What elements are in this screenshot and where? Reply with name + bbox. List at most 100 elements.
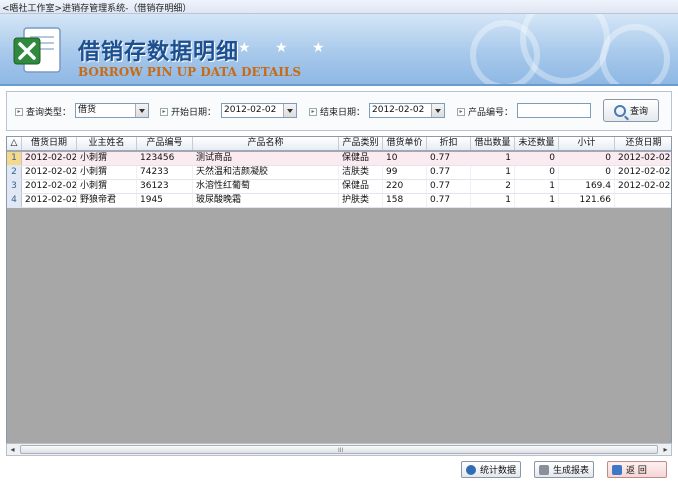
cell-subtotal[interactable]: 121.66 [559, 194, 615, 207]
start-date-picker[interactable]: 2012-02-02 [221, 103, 297, 118]
end-date-picker[interactable]: 2012-02-02 [369, 103, 445, 118]
search-button[interactable]: 查询 [603, 99, 659, 122]
product-code-input[interactable] [517, 103, 591, 118]
cell-return-date[interactable]: 2012-02-02 [615, 152, 671, 165]
cell-lent-qty[interactable]: 2 [471, 180, 515, 193]
cell-lent-qty[interactable]: 1 [471, 166, 515, 179]
header-banner: 借销存数据明细 ★ ★ ★ BORROW PIN UP DATA DETAILS [0, 14, 678, 86]
cell-product-code[interactable]: 74233 [137, 166, 193, 179]
row-number[interactable]: 3 [7, 180, 22, 193]
cell-category[interactable]: 保健品 [339, 180, 383, 193]
product-code-label-text: 产品编号： [468, 108, 514, 118]
cell-subtotal[interactable]: 0 [559, 152, 615, 165]
banner-swirl-decoration [600, 24, 670, 84]
cell-product-code[interactable]: 123456 [137, 152, 193, 165]
query-type-value: 借货 [78, 105, 97, 115]
statistics-button[interactable]: 统计数据 [461, 461, 521, 478]
cell-product-name[interactable]: 水溶性红葡萄 [193, 180, 339, 193]
column-header[interactable]: 借货单价 [383, 137, 427, 150]
cell-lent-qty[interactable]: 1 [471, 152, 515, 165]
row-number[interactable]: 1 [7, 152, 22, 165]
generate-report-button[interactable]: 生成报表 [534, 461, 594, 478]
bullet-icon: ▸ [457, 107, 465, 116]
column-header[interactable]: 业主姓名 [77, 137, 137, 150]
cell-owner[interactable]: 小刺猬 [77, 166, 137, 179]
table-row[interactable]: 1 2012-02-02 小刺猬 123456 测试商品 保健品 10 0.77… [7, 152, 671, 166]
cell-product-code[interactable]: 1945 [137, 194, 193, 207]
column-header[interactable]: 折扣 [427, 137, 471, 150]
dropdown-arrow-icon[interactable] [431, 104, 444, 117]
scrollbar-thumb[interactable]: III [20, 445, 658, 454]
grid-corner-cell[interactable]: △ [7, 137, 22, 150]
column-header[interactable]: 小计 [559, 137, 615, 150]
window-title: <晤社工作室>进销存管理系统-（借销存明细） [2, 4, 192, 14]
cell-unreturned-qty[interactable]: 0 [515, 152, 559, 165]
query-type-label-text: 查询类型： [26, 108, 72, 118]
column-header[interactable]: 产品类别 [339, 137, 383, 150]
cell-return-date[interactable]: 2012-02-02 [615, 166, 671, 179]
cell-discount[interactable]: 0.77 [427, 194, 471, 207]
bullet-icon: ▸ [160, 107, 168, 116]
cell-lent-qty[interactable]: 1 [471, 194, 515, 207]
cell-category[interactable]: 保健品 [339, 152, 383, 165]
search-button-label: 查询 [629, 107, 648, 117]
cell-unreturned-qty[interactable]: 1 [515, 180, 559, 193]
cell-return-date[interactable] [615, 194, 671, 207]
cell-price[interactable]: 10 [383, 152, 427, 165]
dropdown-arrow-icon[interactable] [283, 104, 296, 117]
home-icon [612, 464, 622, 475]
cell-discount[interactable]: 0.77 [427, 180, 471, 193]
cell-owner[interactable]: 小刺猬 [77, 180, 137, 193]
grid-body: 1 2012-02-02 小刺猬 123456 测试商品 保健品 10 0.77… [7, 152, 671, 208]
cell-price[interactable]: 220 [383, 180, 427, 193]
start-date-value: 2012-02-02 [224, 105, 277, 115]
cell-borrow-date[interactable]: 2012-02-02 [22, 166, 77, 179]
column-header[interactable]: 借出数量 [471, 137, 515, 150]
cell-unreturned-qty[interactable]: 1 [515, 194, 559, 207]
cell-return-date[interactable]: 2012-02-02 [615, 180, 671, 193]
cell-unreturned-qty[interactable]: 0 [515, 166, 559, 179]
cell-subtotal[interactable]: 0 [559, 166, 615, 179]
dropdown-arrow-icon[interactable] [135, 104, 148, 117]
column-header[interactable]: 借货日期 [22, 137, 77, 150]
end-date-label-text: 结束日期： [320, 108, 366, 118]
cell-category[interactable]: 护肤类 [339, 194, 383, 207]
query-type-select[interactable]: 借货 [75, 103, 149, 118]
query-type-label: ▸ 查询类型： [15, 105, 71, 118]
cell-borrow-date[interactable]: 2012-02-02 [22, 194, 77, 207]
scroll-left-icon[interactable]: ◂ [7, 444, 18, 455]
cell-owner[interactable]: 野狼帝君 [77, 194, 137, 207]
cell-category[interactable]: 洁肤类 [339, 166, 383, 179]
column-header[interactable]: 产品名称 [193, 137, 339, 150]
cell-owner[interactable]: 小刺猬 [77, 152, 137, 165]
horizontal-scrollbar[interactable]: ◂ III ▸ [6, 443, 672, 456]
back-button[interactable]: 返 回 [607, 461, 667, 478]
banner-title: 借销存数据明细 [78, 39, 240, 65]
cell-product-code[interactable]: 36123 [137, 180, 193, 193]
cell-product-name[interactable]: 天然温和洁颜凝胶 [193, 166, 339, 179]
row-number[interactable]: 2 [7, 166, 22, 179]
table-row[interactable]: 3 2012-02-02 小刺猬 36123 水溶性红葡萄 保健品 220 0.… [7, 180, 671, 194]
query-panel: ▸ 查询类型： 借货 ▸ 开始日期： 2012-02-02 ▸ 结束日期： 20… [6, 91, 672, 131]
grid-header-row: △ 借货日期 业主姓名 产品编号 产品名称 产品类别 借货单价 折扣 借出数量 … [7, 137, 671, 151]
start-date-label-text: 开始日期： [171, 108, 217, 118]
data-grid[interactable]: △ 借货日期 业主姓名 产品编号 产品名称 产品类别 借货单价 折扣 借出数量 … [6, 136, 672, 456]
scroll-right-icon[interactable]: ▸ [660, 444, 671, 455]
column-header[interactable]: 还货日期 [615, 137, 671, 150]
cell-price[interactable]: 99 [383, 166, 427, 179]
table-row[interactable]: 2 2012-02-02 小刺猬 74233 天然温和洁颜凝胶 洁肤类 99 0… [7, 166, 671, 180]
cell-discount[interactable]: 0.77 [427, 152, 471, 165]
cell-product-name[interactable]: 玻尿酸晚霜 [193, 194, 339, 207]
scrollbar-grip-icon: III [338, 447, 344, 454]
banner-subtitle: BORROW PIN UP DATA DETAILS [78, 65, 301, 79]
cell-product-name[interactable]: 测试商品 [193, 152, 339, 165]
cell-discount[interactable]: 0.77 [427, 166, 471, 179]
cell-borrow-date[interactable]: 2012-02-02 [22, 180, 77, 193]
row-number[interactable]: 4 [7, 194, 22, 207]
column-header[interactable]: 未还数量 [515, 137, 559, 150]
cell-borrow-date[interactable]: 2012-02-02 [22, 152, 77, 165]
cell-subtotal[interactable]: 169.4 [559, 180, 615, 193]
cell-price[interactable]: 158 [383, 194, 427, 207]
column-header[interactable]: 产品编号 [137, 137, 193, 150]
table-row[interactable]: 4 2012-02-02 野狼帝君 1945 玻尿酸晚霜 护肤类 158 0.7… [7, 194, 671, 208]
